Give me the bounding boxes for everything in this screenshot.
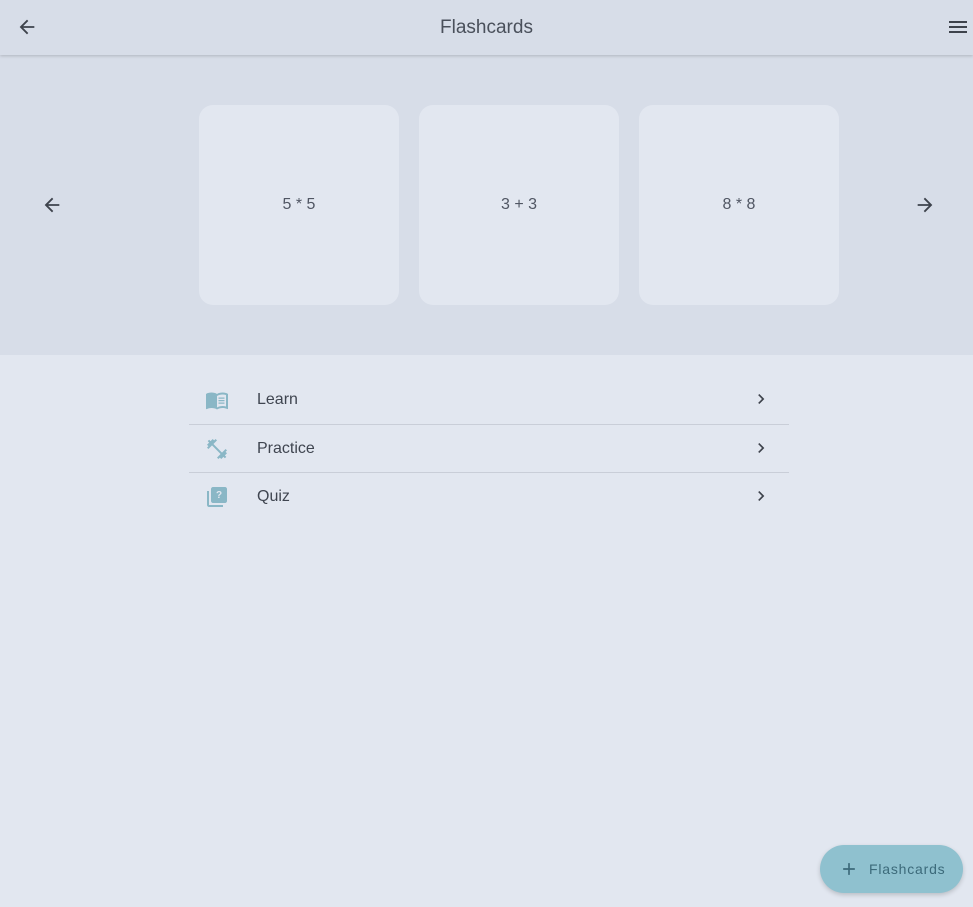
svg-text:?: ? bbox=[216, 490, 222, 501]
next-card-button[interactable] bbox=[905, 185, 945, 225]
arrow-right-icon bbox=[917, 197, 933, 213]
fab-label: Flashcards bbox=[869, 861, 946, 877]
previous-card-button[interactable] bbox=[32, 185, 72, 225]
chevron-right-icon bbox=[751, 484, 771, 508]
arrow-left-icon bbox=[44, 197, 60, 213]
plus-icon bbox=[837, 857, 861, 881]
flashcard-text: 5 * 5 bbox=[282, 196, 316, 213]
app-bar: Flashcards bbox=[0, 0, 973, 55]
page-title: Flashcards bbox=[440, 17, 533, 38]
quiz-icon: ? bbox=[205, 485, 229, 509]
book-open-icon bbox=[205, 388, 229, 412]
add-flashcards-button[interactable]: Flashcards bbox=[820, 845, 963, 893]
list-item-learn[interactable]: Learn bbox=[189, 376, 789, 424]
chevron-right-icon bbox=[751, 387, 771, 411]
menu-button[interactable] bbox=[938, 7, 973, 47]
list-item-practice[interactable]: Practice bbox=[189, 424, 789, 472]
flashcard-carousel: 5 * 5 3 + 3 8 * 8 bbox=[0, 55, 973, 355]
list-item-label: Learn bbox=[257, 391, 298, 408]
list-item-label: Practice bbox=[257, 440, 315, 457]
flashcard-text: 8 * 8 bbox=[722, 196, 756, 213]
dumbbell-icon bbox=[205, 437, 229, 461]
chevron-right-icon bbox=[751, 436, 771, 460]
hamburger-menu-icon bbox=[949, 21, 967, 33]
flashcard[interactable]: 5 * 5 bbox=[199, 105, 399, 305]
flashcard-text: 3 + 3 bbox=[500, 196, 538, 213]
list-item-label: Quiz bbox=[257, 488, 290, 505]
flashcard[interactable]: 3 + 3 bbox=[419, 105, 619, 305]
study-mode-list: Learn Practice ? Quiz bbox=[189, 376, 789, 520]
list-item-quiz[interactable]: ? Quiz bbox=[189, 472, 789, 520]
flashcard[interactable]: 8 * 8 bbox=[639, 105, 839, 305]
